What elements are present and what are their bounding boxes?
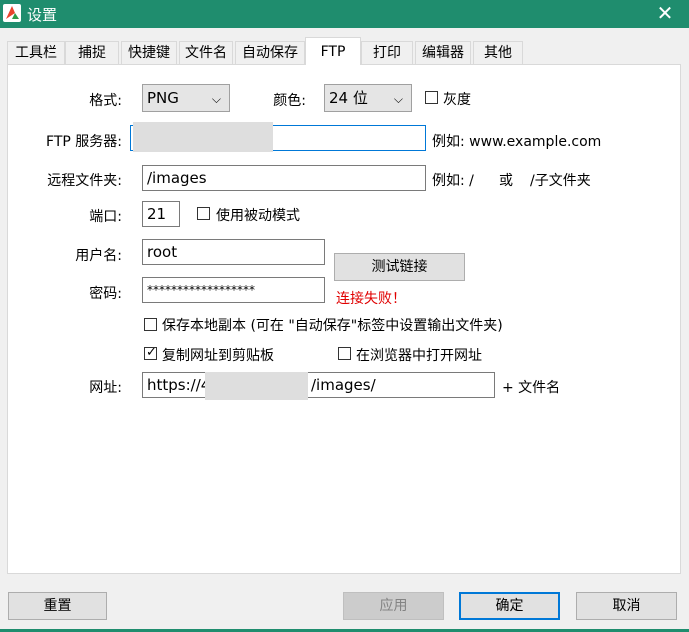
port-input[interactable]: 21 (142, 201, 180, 227)
connection-status: 连接失败！ (336, 291, 406, 307)
url-prefix: https://4 (147, 376, 211, 394)
tab-capture[interactable]: 捕捉 (65, 41, 119, 64)
server-example: 例如: www.example.com (432, 134, 602, 150)
open-browser-checkbox[interactable] (338, 347, 351, 360)
tab-autosave[interactable]: 自动保存 (235, 41, 305, 64)
url-append-hint: + 文件名 (502, 380, 561, 396)
format-label: 格式: (89, 93, 122, 109)
format-select[interactable]: PNG ⌵ (142, 84, 230, 112)
tab-other[interactable]: 其他 (473, 41, 523, 64)
server-label: FTP 服务器: (46, 134, 122, 150)
reset-button[interactable]: 重置 (8, 592, 107, 620)
apply-button[interactable]: 应用 (343, 592, 444, 620)
remote-example-prefix: 例如: / (432, 173, 474, 189)
close-button[interactable]: ✕ (653, 1, 677, 25)
color-label: 颜色: (273, 93, 306, 109)
app-logo-icon (3, 4, 21, 22)
tab-ftp[interactable]: FTP (305, 37, 361, 65)
remote-folder-label: 远程文件夹: (47, 173, 122, 189)
tab-editor[interactable]: 编辑器 (415, 41, 471, 64)
redacted-area (205, 372, 308, 400)
copy-url-checkbox[interactable]: ✓ (144, 345, 157, 360)
window-title: 设置 (27, 6, 58, 24)
redacted-area (133, 122, 273, 152)
passive-mode-label: 使用被动模式 (216, 208, 300, 224)
title-bar: 设置 ✕ (0, 0, 689, 28)
url-suffix: /images/ (311, 376, 376, 394)
password-input[interactable]: ****************** (142, 277, 325, 303)
grayscale-label: 灰度 (443, 92, 471, 108)
username-label: 用户名: (75, 248, 122, 264)
remote-example-sub: /子文件夹 (530, 173, 591, 189)
tab-filename[interactable]: 文件名 (179, 41, 233, 64)
close-icon: ✕ (656, 1, 674, 25)
format-value: PNG (147, 89, 179, 107)
remote-folder-input[interactable]: /images (142, 165, 426, 191)
copy-url-label: 复制网址到剪贴板 (162, 348, 274, 364)
password-label: 密码: (89, 286, 122, 302)
ok-button[interactable]: 确定 (459, 592, 560, 620)
remote-example-or: 或 (499, 173, 513, 189)
tab-print[interactable]: 打印 (361, 41, 413, 64)
open-browser-label: 在浏览器中打开网址 (356, 348, 482, 364)
port-label: 端口: (89, 209, 122, 225)
save-local-checkbox[interactable] (144, 318, 157, 331)
save-local-label: 保存本地副本 (可在 "自动保存"标签中设置输出文件夹) (162, 318, 503, 334)
tab-hotkeys[interactable]: 快捷键 (121, 41, 177, 64)
chevron-down-icon: ⌵ (211, 92, 221, 106)
cancel-button[interactable]: 取消 (576, 592, 677, 620)
color-select[interactable]: 24 位 ⌵ (324, 84, 412, 112)
chevron-down-icon: ⌵ (393, 92, 403, 106)
test-connection-button[interactable]: 测试链接 (334, 253, 465, 281)
username-input[interactable]: root (142, 239, 325, 265)
color-value: 24 位 (329, 89, 368, 107)
passive-mode-checkbox[interactable] (197, 207, 210, 220)
url-label: 网址: (89, 380, 122, 396)
grayscale-checkbox[interactable] (425, 91, 438, 104)
tab-toolbar[interactable]: 工具栏 (7, 41, 65, 64)
checkmark-icon: ✓ (146, 345, 157, 360)
